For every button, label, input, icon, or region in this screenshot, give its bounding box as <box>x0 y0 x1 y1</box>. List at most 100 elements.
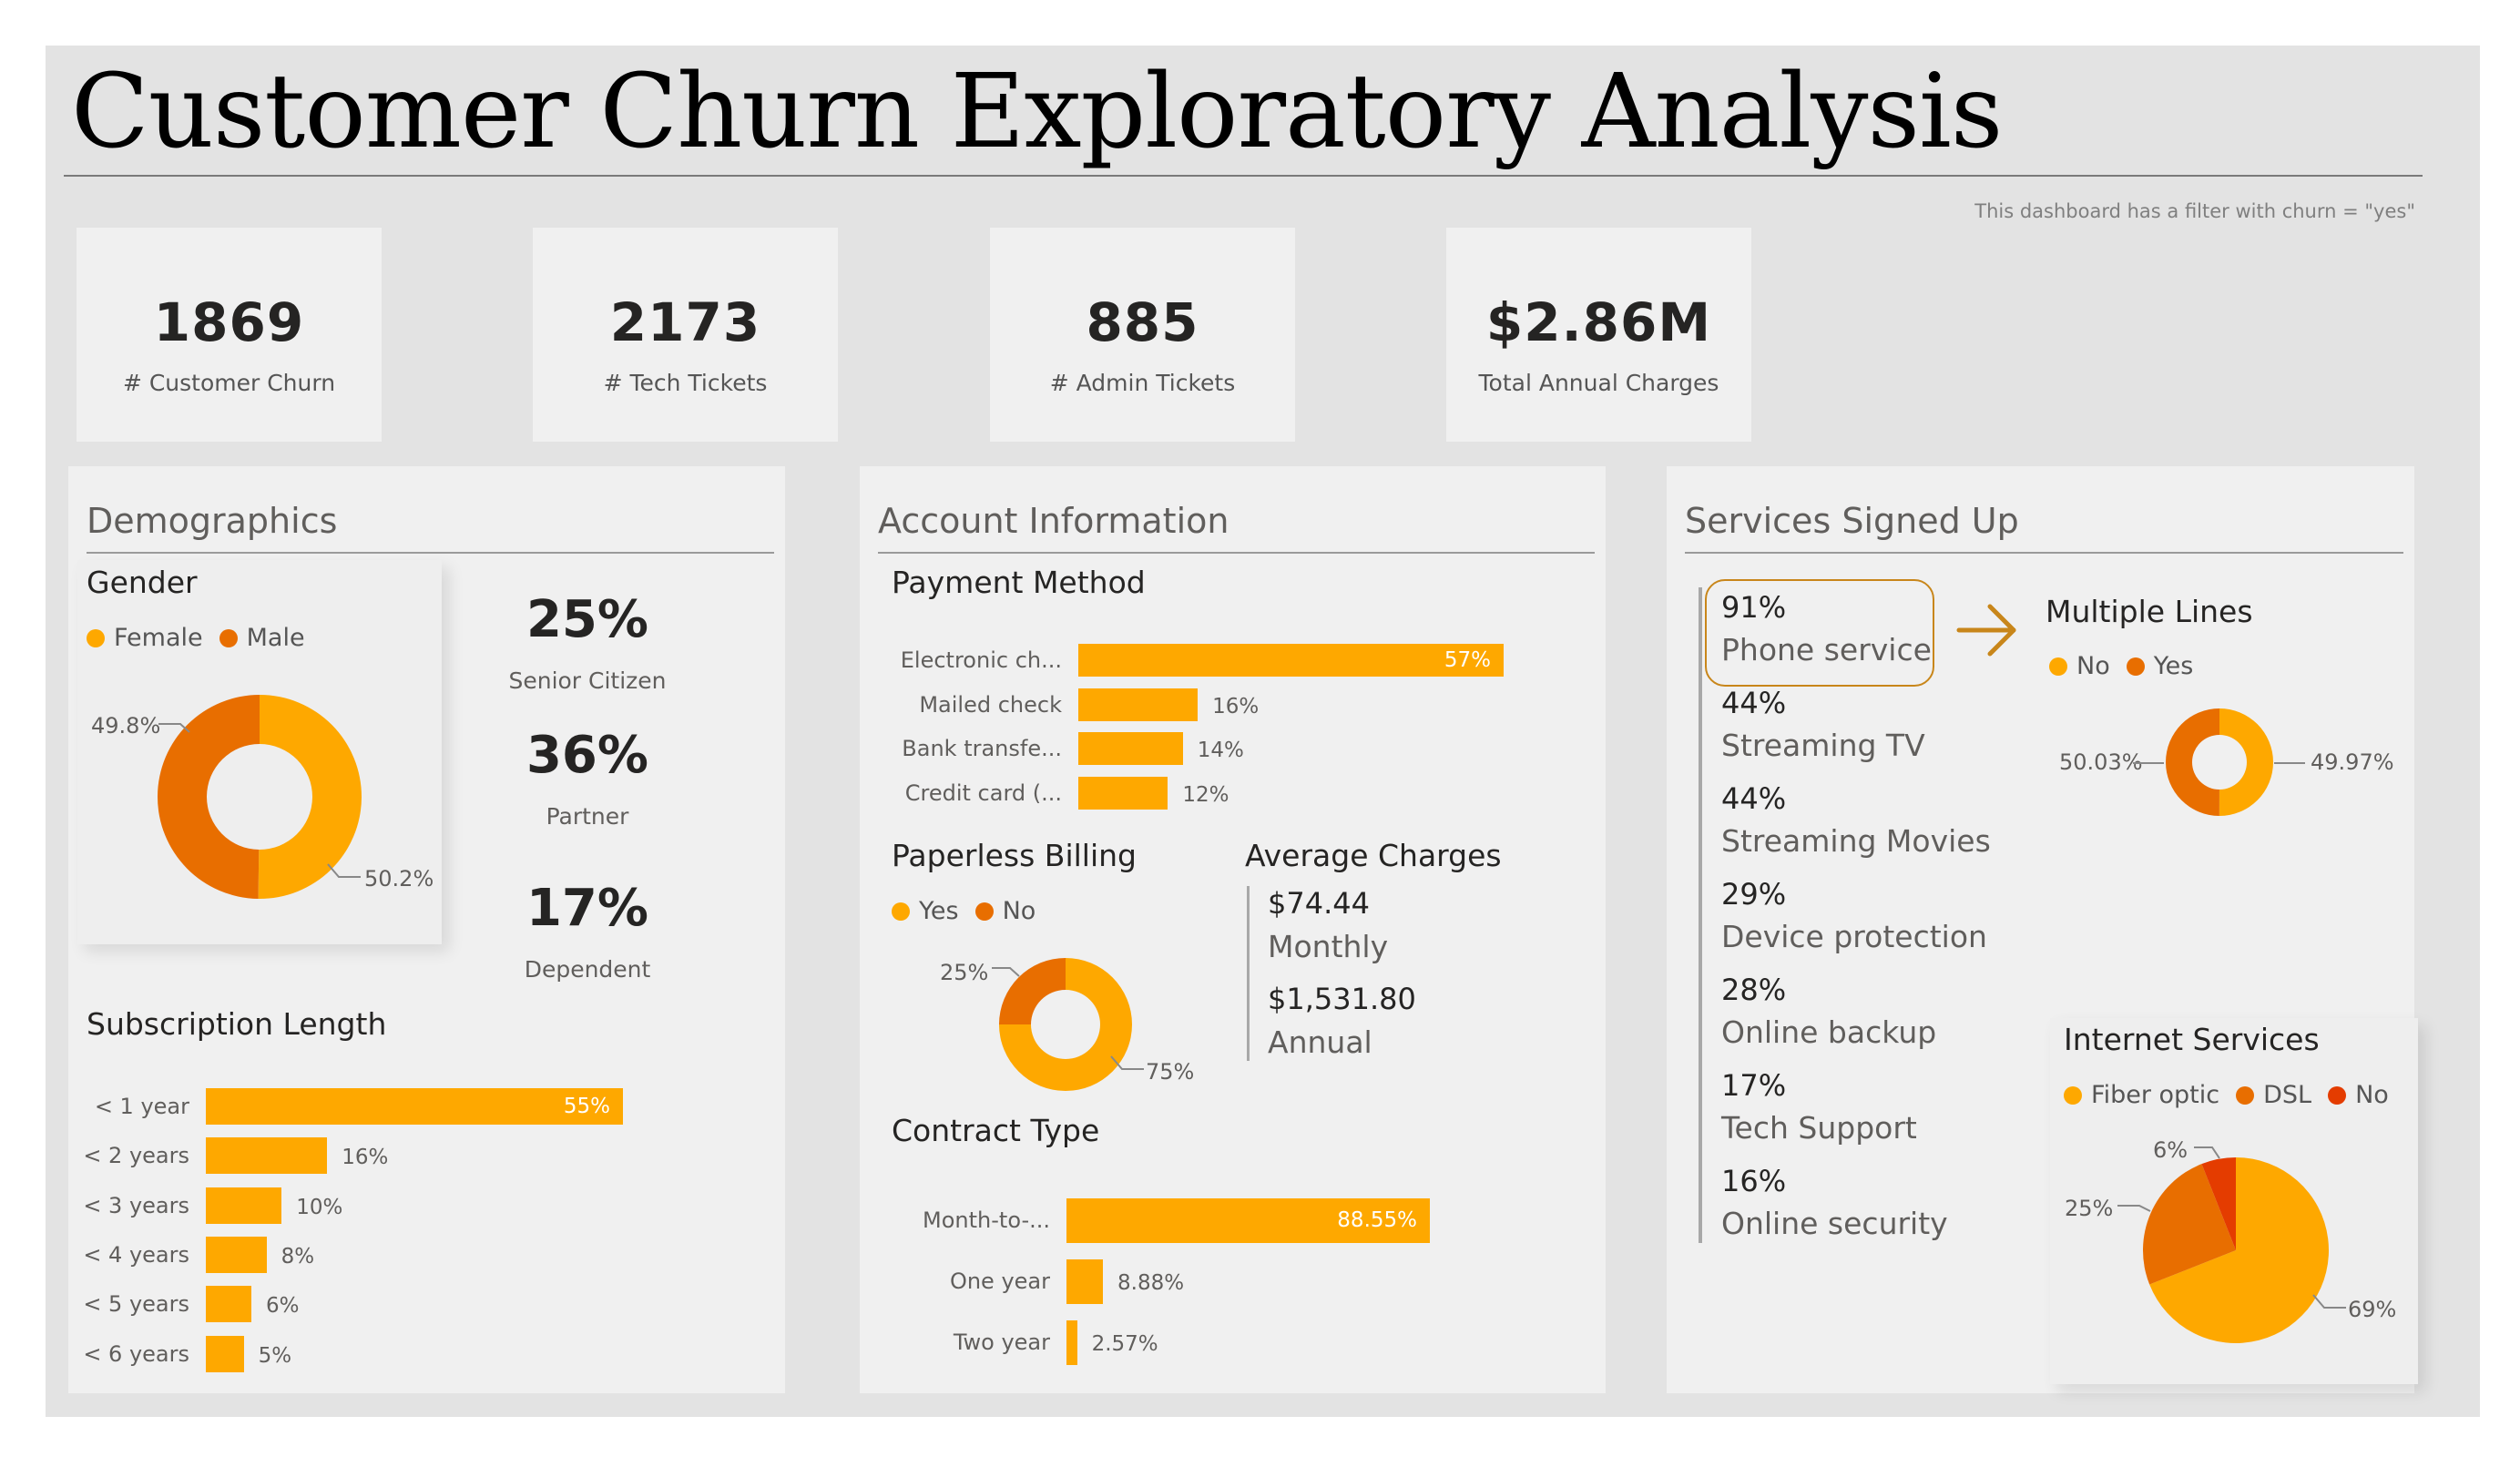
internet-dsl-label: 25% <box>2065 1196 2114 1221</box>
service-label: Online backup <box>1721 1014 1937 1050</box>
bar-category-label: < 6 years <box>83 1340 189 1367</box>
bar-row: < 4 years 8% <box>83 1236 623 1273</box>
avg-monthly-label: Monthly <box>1268 929 1389 964</box>
leader-line <box>2312 1294 2346 1309</box>
service-label: Device protection <box>1721 919 1987 954</box>
kpi-label: # Customer Churn <box>122 370 336 396</box>
bar-category-label: Mailed check <box>919 691 1062 718</box>
paperless-no-label: 25% <box>940 960 989 985</box>
kpi-value: 1869 <box>153 291 305 353</box>
internet-no-label: 6% <box>2153 1137 2188 1163</box>
bar-category-label: < 5 years <box>83 1291 189 1318</box>
paperless-legend: Yes No <box>892 897 1036 925</box>
payment-method-title: Payment Method <box>892 565 1146 600</box>
bar-value-label: 8.88% <box>1117 1271 1185 1295</box>
avg-annual-label: Annual <box>1268 1024 1372 1060</box>
legend-no[interactable]: No <box>1003 897 1036 925</box>
avg-annual-value: $1,531.80 <box>1268 982 1416 1016</box>
contract-type-title: Contract Type <box>892 1113 1100 1148</box>
bar-row: One year 8.88% <box>950 1259 1430 1304</box>
internet-fiber-label: 69% <box>2348 1297 2397 1322</box>
kpi-card-admin-tickets[interactable]: 885 # Admin Tickets <box>990 228 1295 442</box>
bar-row: < 1 year 55% <box>95 1088 623 1125</box>
bar-value-label: 16% <box>1212 694 1260 718</box>
bar[interactable]: 55% <box>206 1088 623 1125</box>
bar[interactable] <box>1078 732 1183 766</box>
senior-citizen-label: Senior Citizen <box>508 667 667 694</box>
kpi-card-tech-tickets[interactable]: 2173 # Tech Tickets <box>533 228 838 442</box>
bar-category-label: One year <box>949 1269 1050 1294</box>
panel-divider <box>87 552 774 554</box>
service-label: Tech Support <box>1721 1110 1917 1146</box>
legend-no[interactable]: No <box>2355 1081 2389 1109</box>
legend-no[interactable]: No <box>2076 652 2110 680</box>
kpi-card-customer-churn[interactable]: 1869 # Customer Churn <box>77 228 382 442</box>
bar-category-label: Month-to-... <box>923 1207 1050 1233</box>
legend-female[interactable]: Female <box>114 624 203 652</box>
services-divider <box>1699 587 1702 1243</box>
bar-row: Bank transfe... 14% <box>902 732 1504 766</box>
bar-category-label: Two year <box>953 1330 1050 1355</box>
gender-male-label: 49.8% <box>91 713 161 739</box>
bar-row: < 3 years 10% <box>83 1187 623 1224</box>
multiple-lines-no-label: 50.03% <box>2059 749 2143 775</box>
multiple-lines-donut-chart[interactable] <box>2164 707 2275 818</box>
bar[interactable] <box>206 1137 328 1175</box>
multiple-lines-title: Multiple Lines <box>2046 594 2253 629</box>
bar[interactable] <box>1066 1259 1103 1304</box>
bar-value-label: 5% <box>258 1343 292 1368</box>
internet-services-title: Internet Services <box>2064 1022 2320 1057</box>
bar[interactable] <box>1066 1320 1077 1365</box>
legend-dot <box>87 628 105 647</box>
leader-line <box>2194 1146 2220 1159</box>
bar[interactable] <box>1078 688 1199 721</box>
multiple-lines-slice-no[interactable] <box>2219 708 2273 816</box>
bar-value-label: 55% <box>563 1095 610 1118</box>
legend-dot <box>892 902 910 921</box>
bar-category-label: < 3 years <box>83 1192 189 1218</box>
bar-category-label: < 4 years <box>83 1241 189 1268</box>
bar-value-label: 6% <box>265 1294 300 1319</box>
avg-monthly-value: $74.44 <box>1268 886 1370 921</box>
legend-dot <box>2328 1085 2347 1105</box>
bar-row: Electronic ch... 57% <box>901 644 1504 677</box>
bar-row: < 2 years 16% <box>83 1137 623 1175</box>
service-label: Streaming TV <box>1721 728 1925 763</box>
bar-row: < 6 years 5% <box>83 1335 623 1372</box>
legend-male[interactable]: Male <box>247 624 305 652</box>
bar[interactable] <box>206 1236 267 1273</box>
internet-services-pie-chart[interactable] <box>2140 1155 2331 1346</box>
kpi-label: # Admin Tickets <box>1049 370 1236 396</box>
avg-divider <box>1247 886 1250 1061</box>
legend-dot <box>2236 1085 2255 1105</box>
kpi-card-total-annual-charges[interactable]: $2.86M Total Annual Charges <box>1446 228 1751 442</box>
bar[interactable] <box>206 1335 244 1372</box>
leader-line <box>1110 1055 1144 1070</box>
legend-dot <box>219 628 238 647</box>
legend-yes[interactable]: Yes <box>919 897 959 925</box>
legend-fiber-optic[interactable]: Fiber optic <box>2091 1081 2219 1109</box>
bar-value-label: 88.55% <box>1337 1208 1417 1232</box>
multiple-lines-slice-yes[interactable] <box>2165 708 2219 816</box>
service-pct: 16% <box>1721 1164 1787 1198</box>
bar[interactable] <box>1078 777 1168 810</box>
legend-dsl[interactable]: DSL <box>2263 1081 2311 1109</box>
panel-title: Account Information <box>878 501 1229 541</box>
service-pct: 91% <box>1721 590 1787 625</box>
page-title: Customer Churn Exploratory Analysis <box>71 53 2003 171</box>
bar-row: Month-to-... 88.55% <box>923 1198 1430 1243</box>
subscription-length-title: Subscription Length <box>87 1006 387 1042</box>
paperless-billing-title: Paperless Billing <box>892 838 1137 873</box>
service-label: Phone service <box>1721 632 1932 667</box>
panel-divider <box>1685 552 2403 554</box>
bar[interactable]: 88.55% <box>1066 1198 1430 1243</box>
leader-line <box>2117 1205 2151 1212</box>
bar[interactable] <box>206 1286 251 1323</box>
bar[interactable]: 57% <box>1078 644 1504 677</box>
legend-yes[interactable]: Yes <box>2154 652 2194 680</box>
legend-dot <box>2126 657 2145 676</box>
service-pct: 29% <box>1721 877 1787 912</box>
bar[interactable] <box>206 1187 282 1224</box>
paperless-yes-label: 75% <box>1146 1059 1195 1085</box>
partner-value: 36% <box>525 726 649 785</box>
